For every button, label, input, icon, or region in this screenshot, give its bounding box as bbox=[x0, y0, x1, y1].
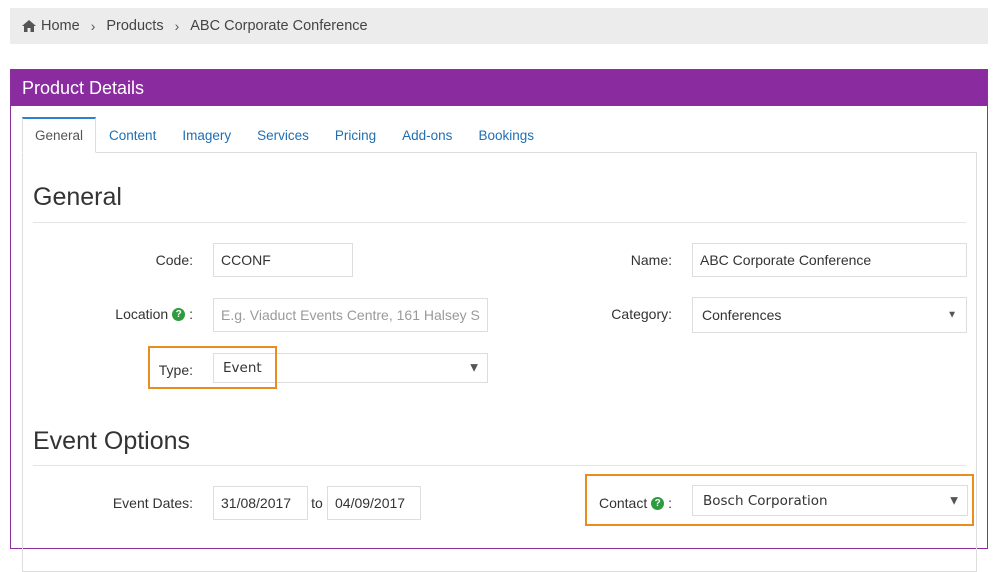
type-label: Type: bbox=[158, 362, 193, 378]
location-input[interactable] bbox=[213, 298, 488, 332]
to-label: to bbox=[311, 495, 323, 511]
event-dates-label: Event Dates: bbox=[112, 495, 193, 511]
location-label-colon: : bbox=[189, 306, 193, 322]
caret-down-icon: ▼ bbox=[947, 309, 957, 321]
breadcrumb: Home › Products › ABC Corporate Conferen… bbox=[10, 8, 988, 44]
question-circle-icon[interactable]: ? bbox=[651, 496, 665, 510]
divider bbox=[33, 222, 966, 223]
breadcrumb-home-link[interactable]: Home bbox=[41, 18, 80, 34]
end-date-input[interactable] bbox=[327, 486, 421, 520]
chevron-right-icon: › bbox=[174, 18, 180, 34]
tab-content[interactable]: Content bbox=[96, 117, 169, 153]
chevron-right-icon: › bbox=[90, 18, 96, 34]
tab-general[interactable]: General bbox=[22, 117, 97, 153]
name-input[interactable] bbox=[692, 243, 967, 277]
contact-select[interactable]: Bosch Corporation ▼ bbox=[692, 485, 968, 516]
start-date-input[interactable] bbox=[213, 486, 308, 520]
question-circle-icon[interactable]: ? bbox=[172, 307, 186, 321]
event-options-section-title: Event Options bbox=[33, 427, 191, 455]
location-label: Location bbox=[115, 306, 169, 322]
code-input[interactable] bbox=[213, 243, 353, 277]
type-select[interactable]: Event ▼ bbox=[213, 353, 488, 383]
name-label: Name: bbox=[630, 252, 672, 268]
divider bbox=[33, 465, 966, 466]
panel-title: Product Details bbox=[11, 70, 987, 106]
tab-bookings[interactable]: Bookings bbox=[465, 117, 547, 153]
category-selected-value: Conferences bbox=[702, 307, 782, 323]
tab-content-general: General Code: Name: Location? : Category… bbox=[22, 152, 977, 572]
contact-label-group: Contact? : bbox=[553, 495, 672, 511]
tab-bar: General Content Imagery Services Pricing… bbox=[22, 117, 547, 153]
home-icon[interactable] bbox=[22, 20, 36, 32]
caret-down-icon: ▼ bbox=[950, 495, 958, 506]
contact-label: Contact bbox=[598, 495, 648, 511]
breadcrumb-current: ABC Corporate Conference bbox=[190, 18, 368, 34]
tab-services[interactable]: Services bbox=[244, 117, 322, 153]
code-label: Code: bbox=[155, 252, 193, 268]
contact-selected-value: Bosch Corporation bbox=[703, 492, 828, 509]
category-label: Category: bbox=[611, 306, 672, 322]
product-details-panel: Product Details General Content Imagery … bbox=[10, 69, 988, 572]
general-section-title: General bbox=[33, 183, 122, 211]
tab-add-ons[interactable]: Add-ons bbox=[389, 117, 465, 153]
caret-down-icon: ▼ bbox=[470, 362, 478, 374]
contact-label-colon: : bbox=[668, 495, 672, 511]
tab-imagery[interactable]: Imagery bbox=[169, 117, 244, 153]
breadcrumb-products-link[interactable]: Products bbox=[106, 18, 163, 34]
category-select[interactable]: Conferences ▼ bbox=[692, 297, 967, 333]
type-selected-value: Event bbox=[223, 360, 262, 376]
location-label-group: Location? : bbox=[63, 306, 193, 322]
tab-pricing[interactable]: Pricing bbox=[322, 117, 389, 153]
